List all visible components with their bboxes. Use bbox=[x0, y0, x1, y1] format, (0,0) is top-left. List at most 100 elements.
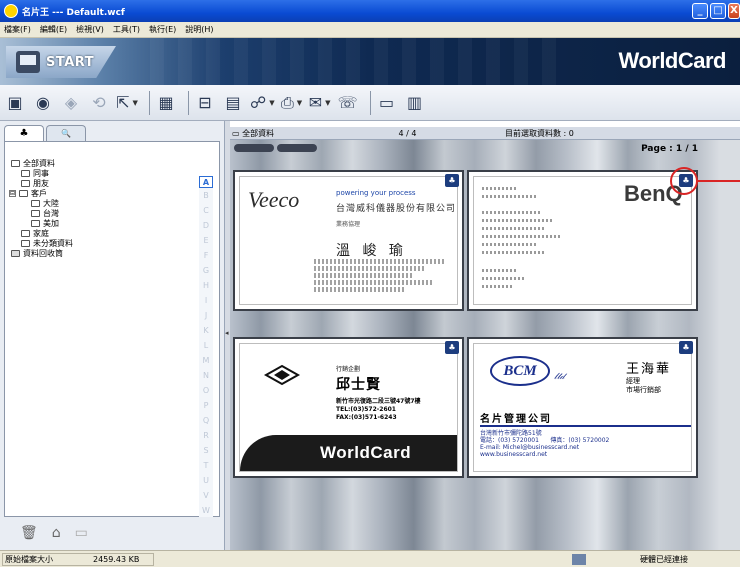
folder-icon bbox=[19, 190, 28, 197]
menu-bar: 檔案(F) 編輯(E) 檢視(V) 工具(T) 執行(E) 說明(H) bbox=[0, 22, 740, 38]
business-card[interactable]: ♣ BCM 𝓁𝓉𝒹 王海華 經理 市場行銷部 名片管理公司 台灣新竹市彌陀路51… bbox=[467, 337, 698, 478]
home-folder-icon[interactable]: ⌂ bbox=[52, 525, 61, 541]
grid-view-icon[interactable]: ▦ bbox=[155, 90, 177, 116]
alpha-index: A B C D E F G H I J K L M N O P Q R S T … bbox=[199, 176, 213, 532]
maximize-button[interactable]: □ bbox=[710, 3, 726, 19]
card-dept: 業務協理 bbox=[336, 221, 361, 228]
trash-icon[interactable]: 🗑 bbox=[20, 525, 38, 541]
menu-run[interactable]: 執行(E) bbox=[149, 24, 176, 35]
folder-icon bbox=[21, 230, 30, 237]
card-tagline: powering your process bbox=[336, 189, 416, 197]
folder-icon bbox=[21, 170, 30, 177]
alpha-C[interactable]: C bbox=[199, 205, 213, 217]
page-indicator: Page : 1 / 1 bbox=[641, 144, 698, 154]
print-icon[interactable]: ⎙ ▼ bbox=[281, 90, 303, 116]
tab-search[interactable]: 🔍 bbox=[46, 125, 86, 141]
view-toggle bbox=[234, 144, 317, 152]
mail-icon[interactable]: ✉ ▼ bbox=[309, 90, 331, 116]
business-card[interactable]: ♣ 行銷企劃 邱士賢 新竹市光復路二段三號47號7樓 TEL:(03)572-2… bbox=[233, 337, 464, 478]
contact-icon[interactable]: ♣ bbox=[679, 341, 693, 354]
alpha-S[interactable]: S bbox=[199, 445, 213, 457]
tab-cards[interactable]: ♣ bbox=[4, 125, 44, 141]
menu-help[interactable]: 說明(H) bbox=[185, 24, 213, 35]
alpha-P[interactable]: P bbox=[199, 400, 213, 412]
card-logo-sub: 𝓁𝓉𝒹 bbox=[554, 372, 565, 382]
folder-icon bbox=[31, 220, 40, 227]
folder-icon bbox=[31, 210, 40, 217]
card-address: 台灣新竹市彌陀路51號 電話：(03) 5720001 傳真：(03) 5720… bbox=[480, 430, 610, 458]
alpha-H[interactable]: H bbox=[199, 280, 213, 292]
minimize-button[interactable]: _ bbox=[692, 3, 708, 19]
alpha-E[interactable]: E bbox=[199, 235, 213, 247]
card-area: Page : 1 / 1 ♣ Veeco powering your proce… bbox=[230, 140, 740, 550]
rotate-icon[interactable]: ⟲ bbox=[88, 90, 110, 116]
company-logo-icon bbox=[263, 364, 301, 386]
alpha-Q[interactable]: Q bbox=[199, 415, 213, 427]
status-label: 原始檔案大小 bbox=[5, 554, 53, 564]
path-bar: ▭ 全部資料 4 / 4 目前選取資料數 : 0 bbox=[230, 127, 740, 140]
alpha-W[interactable]: W bbox=[199, 505, 213, 517]
card-name: 王海華 bbox=[626, 362, 672, 377]
window-title: 名片王 --- Default.wcf bbox=[22, 7, 125, 18]
alpha-G[interactable]: G bbox=[199, 265, 213, 277]
recognize-icon[interactable]: ◈ bbox=[60, 90, 82, 116]
alpha-O[interactable]: O bbox=[199, 385, 213, 397]
alpha-L[interactable]: L bbox=[199, 340, 213, 352]
left-panel: ♣ 🔍 全部資料 同事 朋友 ⊟ 客戶 大陸 台灣 美加 家庭 未分類資料 資料回… bbox=[0, 121, 225, 550]
business-card[interactable]: ♣ BenQ bbox=[467, 170, 698, 311]
menu-view[interactable]: 檢視(V) bbox=[76, 24, 104, 35]
start-label: START bbox=[46, 54, 95, 70]
list-view-icon[interactable]: ▤ bbox=[222, 90, 244, 116]
device-icon bbox=[572, 553, 586, 565]
contact-icon[interactable]: ♣ bbox=[679, 174, 693, 187]
phone-icon[interactable]: ☏ bbox=[337, 90, 359, 116]
alpha-J[interactable]: J bbox=[199, 310, 213, 322]
menu-tools[interactable]: 工具(T) bbox=[113, 24, 140, 35]
collapse-icon[interactable]: ⊟ bbox=[9, 190, 16, 197]
alpha-U[interactable]: U bbox=[199, 475, 213, 487]
alpha-M[interactable]: M bbox=[199, 355, 213, 367]
alpha-T[interactable]: T bbox=[199, 460, 213, 472]
card-view-icon[interactable]: ⊟ bbox=[194, 90, 216, 116]
scan-icon[interactable]: ◉ bbox=[32, 90, 54, 116]
alpha-D[interactable]: D bbox=[199, 220, 213, 232]
card-company: 名片管理公司 bbox=[480, 414, 552, 425]
alpha-R[interactable]: R bbox=[199, 430, 213, 442]
app-icon bbox=[4, 4, 18, 18]
current-folder: ▭ 全部資料 bbox=[232, 128, 275, 138]
contact-icon[interactable]: ♣ bbox=[445, 174, 459, 187]
start-button[interactable]: START bbox=[6, 46, 116, 78]
save-icon[interactable]: ▣ bbox=[4, 90, 26, 116]
menu-edit[interactable]: 編輯(E) bbox=[40, 24, 67, 35]
folder-icon bbox=[21, 180, 30, 187]
tree-item-recycle-bin[interactable]: 資料回收筒 bbox=[11, 248, 63, 259]
alpha-K[interactable]: K bbox=[199, 325, 213, 337]
left-panel-footer: 🗑 ⌂ ▭ bbox=[4, 517, 220, 548]
contact-icon[interactable]: ♣ bbox=[445, 341, 459, 354]
person-card-icon: ♣ bbox=[19, 128, 29, 139]
back-view-toggle[interactable] bbox=[277, 144, 317, 152]
folder-icon bbox=[31, 200, 40, 207]
alpha-I[interactable]: I bbox=[199, 295, 213, 307]
front-view-toggle[interactable] bbox=[234, 144, 274, 152]
close-button[interactable]: X bbox=[728, 3, 740, 19]
sync-icon[interactable]: ☍ ▼ bbox=[250, 90, 275, 116]
alpha-N[interactable]: N bbox=[199, 370, 213, 382]
business-card[interactable]: ♣ Veeco powering your process 台灣威科儀器股份有限… bbox=[233, 170, 464, 311]
alpha-V[interactable]: V bbox=[199, 490, 213, 502]
card-details-blur bbox=[314, 259, 454, 294]
layout-icon[interactable]: ▥ bbox=[404, 90, 426, 116]
folder-icon[interactable]: ▭ bbox=[75, 525, 88, 541]
collapse-arrow-icon[interactable]: ◂ bbox=[225, 329, 229, 337]
search-icon: 🔍 bbox=[61, 129, 71, 138]
alpha-F[interactable]: F bbox=[199, 250, 213, 262]
connection-status: 硬體已經連接 bbox=[640, 554, 688, 564]
callout-line bbox=[697, 180, 740, 182]
card-title: 經理 市場行銷部 bbox=[626, 377, 661, 394]
alpha-B[interactable]: B bbox=[199, 190, 213, 202]
selected-count: 目前選取資料數 : 0 bbox=[505, 128, 574, 138]
alpha-A[interactable]: A bbox=[199, 176, 213, 188]
menu-file[interactable]: 檔案(F) bbox=[4, 24, 31, 35]
contacts-icon[interactable]: ▭ bbox=[376, 90, 398, 116]
export-icon[interactable]: ⇱ ▼ bbox=[116, 90, 138, 116]
